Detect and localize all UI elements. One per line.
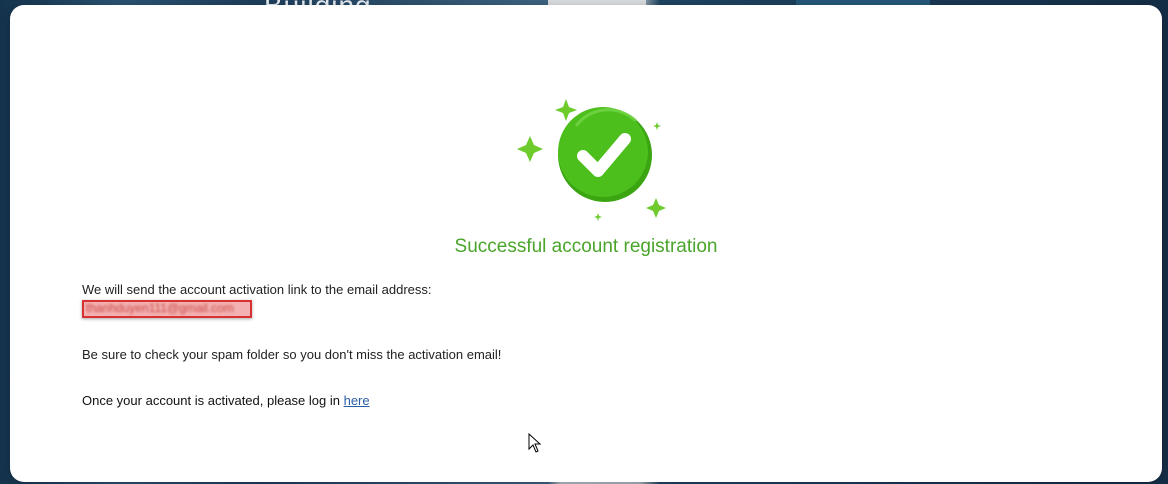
email-address-redacted: thanhduyen111@gmail.com <box>82 300 252 318</box>
sparkle-icon <box>653 122 661 130</box>
sparkle-icon <box>517 136 543 162</box>
sparkle-icon <box>646 198 666 218</box>
activation-message: We will send the account activation link… <box>82 282 432 297</box>
check-circle-icon <box>558 107 652 202</box>
spam-folder-notice: Be sure to check your spam folder so you… <box>82 347 502 362</box>
success-check-icon <box>517 99 666 221</box>
login-prompt-text: Once your account is activated, please l… <box>82 393 344 408</box>
email-address: thanhduyen111@gmail.com <box>86 301 234 315</box>
login-prompt: Once your account is activated, please l… <box>82 393 370 408</box>
mouse-cursor-icon <box>528 433 542 453</box>
sparkle-icon <box>555 99 577 121</box>
sparkle-icon <box>594 213 602 221</box>
success-title: Successful account registration <box>454 236 718 257</box>
login-link[interactable]: here <box>344 393 370 408</box>
registration-success-modal: Successful account registration We will … <box>10 5 1162 482</box>
